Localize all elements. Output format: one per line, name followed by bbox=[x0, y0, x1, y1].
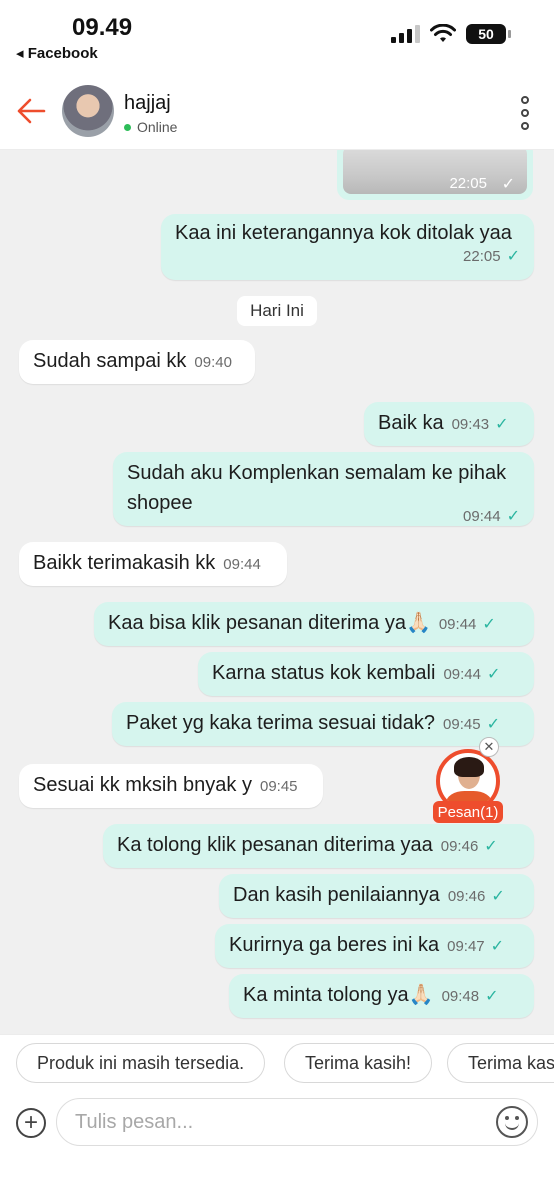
message-bubble-out[interactable]: Dan kasih penilaiannya 09:46 ✓ bbox=[219, 874, 534, 918]
online-label: Online bbox=[137, 119, 178, 135]
check-icon: ✓ bbox=[485, 988, 499, 1005]
message-time: 09:40 bbox=[194, 354, 232, 371]
message-text: Ka minta tolong ya🙏🏻 bbox=[243, 984, 434, 1006]
message-time: 09:44 bbox=[443, 666, 481, 683]
message-text: Ka tolong klik pesanan diterima yaa bbox=[117, 834, 433, 856]
message-bubble-out[interactable]: Paket yg kaka terima sesuai tidak? 09:45 ✓ bbox=[112, 702, 534, 746]
message-time: 09:46 bbox=[440, 838, 479, 855]
message-text: Baik ka bbox=[378, 412, 444, 434]
message-time: 09:45 bbox=[259, 778, 298, 795]
message-time: 22:05 bbox=[463, 248, 501, 265]
check-icon: ✓ bbox=[484, 838, 498, 855]
quick-reply-chip[interactable]: Terima kasih! bbox=[284, 1043, 433, 1083]
close-icon[interactable]: ✕ bbox=[479, 737, 499, 757]
message-time: 09:44 bbox=[463, 508, 501, 525]
wifi-icon bbox=[430, 24, 456, 42]
chat-messages[interactable]: 22:05 ✓ Kaa ini keterangannya kok ditola… bbox=[0, 150, 554, 1034]
message-time: 09:46 bbox=[447, 888, 486, 905]
cellular-signal-icon bbox=[391, 25, 420, 43]
message-bubble-out[interactable]: Karna status kok kembali 09:44 ✓ bbox=[198, 652, 534, 696]
composer-bar: + bbox=[0, 1092, 554, 1200]
message-time: 09:43 bbox=[451, 416, 490, 433]
message-bubble-out[interactable]: Sudah aku Komplenkan semalam ke pihak sh… bbox=[113, 452, 534, 526]
message-bubble-in[interactable]: Sudah sampai kk 09:40 bbox=[19, 340, 255, 384]
check-icon: ✓ bbox=[490, 938, 505, 955]
message-text: Kurirnya ga beres ini ka bbox=[229, 934, 440, 956]
message-bubble-in[interactable]: Sesuai kk mksih bnyak y 09:45 bbox=[19, 764, 323, 808]
check-icon: ✓ bbox=[482, 616, 496, 633]
check-icon: ✓ bbox=[501, 176, 515, 193]
quick-reply-chip[interactable]: Produk ini masih tersedia. bbox=[16, 1043, 266, 1083]
message-text: Sudah sampai kk bbox=[33, 350, 187, 372]
message-bubble-out[interactable]: Baik ka 09:43 ✓ bbox=[364, 402, 534, 446]
quick-replies: Produk ini masih tersedia. Terima kasih!… bbox=[0, 1034, 554, 1092]
status-time: 09.49 bbox=[72, 14, 133, 41]
date-divider: Hari Ini bbox=[237, 296, 317, 326]
check-icon: ✓ bbox=[486, 716, 500, 733]
message-time: 22:05 bbox=[449, 175, 487, 192]
check-icon: ✓ bbox=[491, 888, 505, 905]
contact-name[interactable]: hajjaj bbox=[124, 92, 171, 115]
quick-reply-chip[interactable]: Terima kas bbox=[447, 1043, 554, 1083]
message-bubble-out[interactable]: Ka tolong klik pesanan diterima yaa 09:46… bbox=[103, 824, 534, 868]
battery-icon: 50 bbox=[466, 24, 511, 44]
message-bubble-out[interactable]: Kurirnya ga beres ini ka 09:47 ✓ bbox=[215, 924, 534, 968]
message-bubble-out[interactable]: Ka minta tolong ya🙏🏻 09:48 ✓ bbox=[229, 974, 534, 1018]
chat-header: hajjaj Online bbox=[0, 72, 554, 150]
status-indicators: 50 bbox=[391, 24, 511, 44]
message-text: Paket yg kaka terima sesuai tidak? bbox=[126, 712, 436, 734]
message-text: Sesuai kk mksih bnyak y bbox=[33, 774, 252, 796]
message-bubble-in[interactable]: Baikk terimakasih kk 09:44 bbox=[19, 542, 287, 586]
message-time: 09:45 bbox=[443, 716, 481, 733]
message-text: Baikk terimakasih kk bbox=[33, 552, 216, 574]
promo-label: Pesan(1) bbox=[433, 801, 503, 823]
message-time: 09:47 bbox=[447, 938, 485, 955]
message-text: Kaa ini keterangannya kok ditolak yaa bbox=[175, 222, 512, 244]
message-time: 09:48 bbox=[441, 988, 480, 1005]
check-icon: ✓ bbox=[486, 666, 501, 683]
message-bubble-out[interactable]: Kaa bisa klik pesanan diterima ya🙏🏻 09:44… bbox=[94, 602, 534, 646]
promo-chat-bubble[interactable]: Pesan(1) ✕ bbox=[433, 737, 505, 823]
image-message[interactable]: 22:05 ✓ bbox=[337, 150, 533, 200]
message-time: 09:44 bbox=[223, 556, 261, 573]
blurred-image bbox=[343, 150, 527, 194]
message-text: Dan kasih penilaiannya bbox=[233, 884, 440, 906]
message-time: 09:44 bbox=[438, 616, 477, 633]
more-options-button[interactable] bbox=[518, 96, 532, 130]
message-text: Kaa bisa klik pesanan diterima ya🙏🏻 bbox=[108, 612, 431, 634]
online-dot-icon bbox=[124, 123, 131, 131]
check-icon: ✓ bbox=[506, 508, 520, 525]
plus-circle-icon[interactable]: + bbox=[16, 1108, 46, 1138]
check-icon: ✓ bbox=[495, 416, 509, 433]
back-arrow-icon[interactable] bbox=[14, 96, 48, 126]
return-to-app-link[interactable]: ◂ Facebook bbox=[16, 44, 98, 62]
check-icon: ✓ bbox=[506, 248, 520, 265]
message-input[interactable] bbox=[56, 1098, 538, 1146]
message-bubble-out[interactable]: Kaa ini keterangannya kok ditolak yaa 22… bbox=[161, 214, 534, 280]
contact-avatar[interactable] bbox=[62, 85, 114, 137]
status-bar: 09.49 ◂ Facebook 50 bbox=[0, 0, 554, 72]
battery-level: 50 bbox=[478, 26, 494, 42]
message-text: Karna status kok kembali bbox=[212, 662, 436, 684]
message-text: Sudah aku Komplenkan semalam ke pihak sh… bbox=[127, 462, 507, 514]
emoji-icon[interactable] bbox=[496, 1106, 528, 1138]
online-status: Online bbox=[124, 119, 177, 135]
